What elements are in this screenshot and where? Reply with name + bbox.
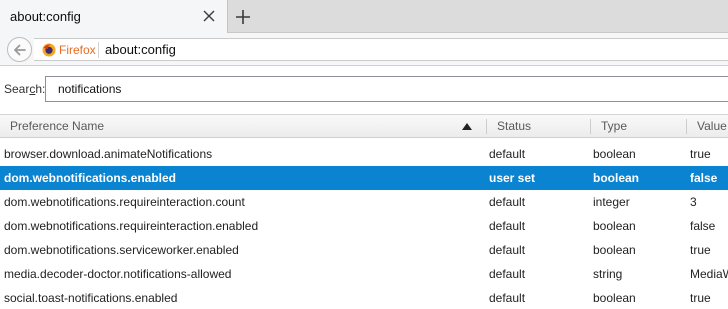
pref-name: social.toast-notifications.enabled (4, 291, 178, 305)
column-divider[interactable] (486, 119, 487, 134)
search-input[interactable] (45, 76, 728, 102)
tab-about-config[interactable]: about:config (0, 0, 228, 34)
table-row-selected[interactable]: dom.webnotifications.enabled user set bo… (0, 166, 728, 190)
pref-name: browser.download.animateNotifications (4, 147, 213, 161)
pref-value: false (690, 171, 718, 185)
table-row[interactable]: dom.webnotifications.requireinteraction.… (0, 190, 728, 214)
table-row[interactable]: browser.download.animateNotifications de… (0, 142, 728, 166)
pref-status: default (489, 147, 526, 161)
tab-title: about:config (10, 9, 81, 24)
pref-value: false (690, 219, 716, 233)
table-row[interactable]: media.decoder-doctor.notifications-allow… (0, 262, 728, 286)
navigation-bar: Firefox about:config (0, 33, 728, 66)
search-row: Search: (0, 67, 728, 112)
column-divider[interactable] (686, 119, 687, 134)
pref-type: string (593, 267, 623, 281)
pref-status: default (489, 195, 526, 209)
pref-type: boolean (593, 243, 636, 257)
search-label-suffix: h: (35, 82, 46, 96)
pref-status: default (489, 267, 526, 281)
pref-name: dom.webnotifications.serviceworker.enabl… (4, 243, 239, 257)
url-text[interactable]: about:config (105, 42, 176, 57)
pref-name: media.decoder-doctor.notifications-allow… (4, 267, 232, 281)
pref-value: true (690, 291, 711, 305)
pref-status: default (489, 291, 526, 305)
pref-value: MediaW (690, 267, 728, 281)
table-header: Preference Name Status Type Value (0, 114, 728, 138)
pref-type: boolean (593, 291, 636, 305)
close-icon[interactable] (200, 7, 218, 25)
pref-value: 3 (690, 195, 697, 209)
column-header-type[interactable]: Type (601, 115, 627, 138)
column-header-status[interactable]: Status (497, 115, 531, 138)
back-button[interactable] (7, 37, 32, 62)
pref-value: true (690, 243, 711, 257)
plus-icon[interactable] (232, 6, 254, 28)
column-header-value[interactable]: Value (697, 115, 727, 138)
pref-status: user set (489, 171, 536, 185)
table-row[interactable]: social.toast-notifications.enabled defau… (0, 286, 728, 309)
pref-type: integer (593, 195, 630, 209)
pref-type: boolean (593, 219, 636, 233)
identity-box[interactable]: Firefox (42, 42, 96, 58)
pref-status: default (489, 243, 526, 257)
pref-type: boolean (593, 171, 640, 185)
pref-name: dom.webnotifications.requireinteraction.… (4, 195, 245, 209)
pref-value: true (690, 147, 711, 161)
identity-label: Firefox (59, 43, 96, 57)
firefox-logo-icon (42, 43, 56, 57)
search-label-prefix: Sear (4, 82, 30, 96)
pref-name: dom.webnotifications.requireinteraction.… (4, 219, 259, 233)
column-header-preference-name[interactable]: Preference Name (10, 115, 104, 138)
pref-type: boolean (593, 147, 636, 161)
sort-ascending-icon (462, 123, 472, 130)
pref-status: default (489, 219, 526, 233)
column-divider[interactable] (590, 119, 591, 134)
pref-name: dom.webnotifications.enabled (4, 171, 177, 185)
back-arrow-icon (14, 44, 26, 56)
search-label: Search: (4, 82, 45, 96)
url-bar[interactable]: Firefox about:config (34, 38, 728, 61)
table-row[interactable]: dom.webnotifications.serviceworker.enabl… (0, 238, 728, 262)
tab-strip: about:config (0, 0, 728, 34)
url-separator (98, 42, 99, 58)
table-row[interactable]: dom.webnotifications.requireinteraction.… (0, 214, 728, 238)
